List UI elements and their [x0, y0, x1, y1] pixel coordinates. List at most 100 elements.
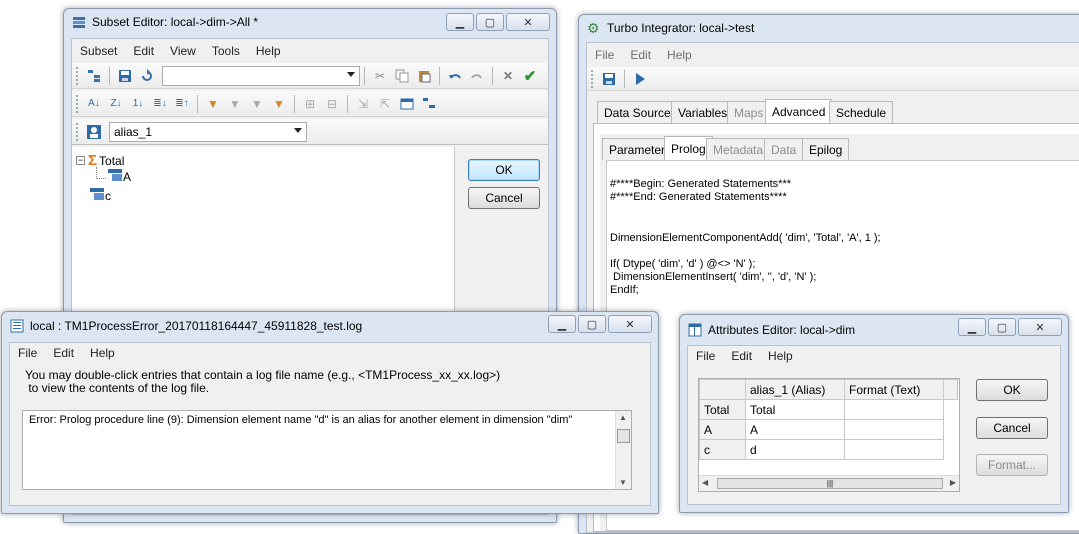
- cell-alias[interactable]: Total: [745, 399, 845, 420]
- scroll-right-icon[interactable]: ▶: [950, 478, 956, 487]
- redo-icon[interactable]: [468, 67, 486, 85]
- column-header-format[interactable]: Format (Text): [844, 379, 944, 400]
- save-icon[interactable]: [600, 70, 618, 88]
- ok-button[interactable]: OK: [468, 159, 540, 181]
- log-error-entry[interactable]: Error: Prolog procedure line (9): Dimens…: [29, 414, 572, 426]
- menu-tools[interactable]: Tools: [204, 44, 248, 58]
- row-header[interactable]: Total: [699, 399, 746, 420]
- menu-file[interactable]: File: [10, 346, 45, 360]
- menu-help[interactable]: Help: [248, 44, 289, 58]
- checkmark-icon[interactable]: ✔: [521, 67, 539, 85]
- ti-toolbar: [587, 67, 1079, 91]
- sort-hierarchy-icon[interactable]: ≣↑: [173, 95, 191, 113]
- menu-help[interactable]: Help: [760, 349, 801, 363]
- menu-edit[interactable]: Edit: [125, 44, 162, 58]
- close-button[interactable]: ✕: [506, 13, 550, 31]
- paste-icon[interactable]: [415, 67, 433, 85]
- filter-level-icon[interactable]: ▼: [248, 95, 266, 113]
- tree-node-total[interactable]: − Σ Total: [76, 152, 124, 169]
- menu-view[interactable]: View: [162, 44, 204, 58]
- tree-node-a[interactable]: A: [108, 169, 131, 184]
- subtab-epilog[interactable]: Epilog: [802, 138, 850, 160]
- ti-title: Turbo Integrator: local->test: [607, 21, 755, 35]
- cell-alias[interactable]: d: [745, 439, 845, 460]
- sort-level-icon[interactable]: ≣↓: [151, 95, 169, 113]
- window-icon[interactable]: [398, 95, 416, 113]
- tree-node-c[interactable]: c: [90, 188, 111, 203]
- drill-down-icon[interactable]: ⇲: [354, 95, 372, 113]
- sort-index-asc-icon[interactable]: 1↓: [129, 95, 147, 113]
- subtab-data[interactable]: Data: [764, 138, 804, 160]
- attr-menubar: File Edit Help: [688, 346, 1060, 366]
- minimize-button[interactable]: ▁: [958, 318, 986, 336]
- menu-edit[interactable]: Edit: [622, 48, 659, 62]
- menu-help[interactable]: Help: [659, 48, 700, 62]
- row-header[interactable]: A: [699, 419, 746, 440]
- maximize-button[interactable]: ▢: [476, 13, 504, 31]
- close-button[interactable]: ✕: [608, 315, 652, 333]
- collapse-icon[interactable]: ⊟: [323, 95, 341, 113]
- menu-help[interactable]: Help: [82, 346, 123, 360]
- menu-file[interactable]: File: [587, 48, 622, 62]
- scroll-up-icon[interactable]: ▲: [619, 413, 627, 422]
- tab-variables[interactable]: Variables: [671, 101, 735, 123]
- tab-data-source[interactable]: Data Source: [597, 101, 678, 123]
- undo-icon[interactable]: [446, 67, 464, 85]
- tab-maps[interactable]: Maps: [727, 101, 771, 123]
- tree-label-total: Total: [99, 153, 125, 168]
- refresh-icon[interactable]: [138, 67, 156, 85]
- cancel-button[interactable]: Cancel: [468, 187, 540, 209]
- minimize-button[interactable]: ▁: [548, 315, 576, 333]
- ok-button[interactable]: OK: [976, 379, 1048, 401]
- menu-edit[interactable]: Edit: [723, 349, 760, 363]
- scroll-thumb[interactable]: |||: [717, 478, 943, 489]
- sort-asc-icon[interactable]: A↓: [85, 95, 103, 113]
- cancel-button[interactable]: Cancel: [976, 417, 1048, 439]
- ti-titlebar[interactable]: ⚙ Turbo Integrator: local->test: [579, 15, 1079, 41]
- attr-hscrollbar[interactable]: ◀ ||| ▶: [699, 475, 959, 491]
- collapse-toggle-icon[interactable]: −: [76, 156, 85, 165]
- ti-menubar: File Edit Help: [587, 45, 1079, 65]
- subtab-metadata[interactable]: Metadata: [706, 138, 771, 160]
- log-scrollbar[interactable]: ▲ ▼: [615, 411, 631, 489]
- cell-alias[interactable]: A: [745, 419, 845, 440]
- column-header-alias[interactable]: alias_1 (Alias): [745, 379, 845, 400]
- scroll-down-icon[interactable]: ▼: [619, 478, 627, 487]
- copy-icon[interactable]: [393, 67, 411, 85]
- expand-icon[interactable]: ⊞: [301, 95, 319, 113]
- run-icon[interactable]: [631, 70, 649, 88]
- alias-combo[interactable]: alias_1: [109, 121, 307, 142]
- save-icon[interactable]: [116, 67, 134, 85]
- rollup-icon[interactable]: ⇱: [376, 95, 394, 113]
- tab-advanced[interactable]: Advanced: [765, 99, 833, 123]
- filter-wildcard-icon[interactable]: ▼: [270, 95, 288, 113]
- delete-icon[interactable]: ✕: [499, 67, 517, 85]
- tab-schedule[interactable]: Schedule: [829, 101, 894, 123]
- row-header[interactable]: c: [699, 439, 746, 460]
- hierarchy-icon[interactable]: [420, 95, 438, 113]
- subset-name-combo[interactable]: [162, 65, 360, 86]
- cut-icon[interactable]: ✂: [371, 67, 389, 85]
- code-line-2: #****End: Generated Statements****: [610, 191, 787, 203]
- attributes-grid[interactable]: alias_1 (Alias) Format (Text) Total Tota…: [698, 378, 960, 492]
- scroll-thumb[interactable]: [617, 429, 630, 443]
- scroll-left-icon[interactable]: ◀: [702, 478, 708, 487]
- cell-format[interactable]: [844, 419, 944, 440]
- close-button[interactable]: ✕: [1018, 318, 1062, 336]
- menu-file[interactable]: File: [688, 349, 723, 363]
- filter-icon[interactable]: ▼: [204, 95, 222, 113]
- log-entries-list[interactable]: Error: Prolog procedure line (9): Dimens…: [22, 410, 632, 490]
- maximize-button[interactable]: ▢: [578, 315, 606, 333]
- menu-edit[interactable]: Edit: [45, 346, 82, 360]
- table-row: Total Total: [699, 399, 958, 420]
- subset-tree-icon[interactable]: [85, 67, 103, 85]
- element-icon: [90, 188, 104, 203]
- sort-desc-icon[interactable]: Z↓: [107, 95, 125, 113]
- minimize-button[interactable]: ▁: [446, 13, 474, 31]
- menu-subset[interactable]: Subset: [72, 44, 125, 58]
- cell-format[interactable]: [844, 399, 944, 420]
- filter-attribute-icon[interactable]: ▼: [226, 95, 244, 113]
- format-button[interactable]: Format...: [976, 454, 1048, 476]
- maximize-button[interactable]: ▢: [988, 318, 1016, 336]
- cell-format[interactable]: [844, 439, 944, 460]
